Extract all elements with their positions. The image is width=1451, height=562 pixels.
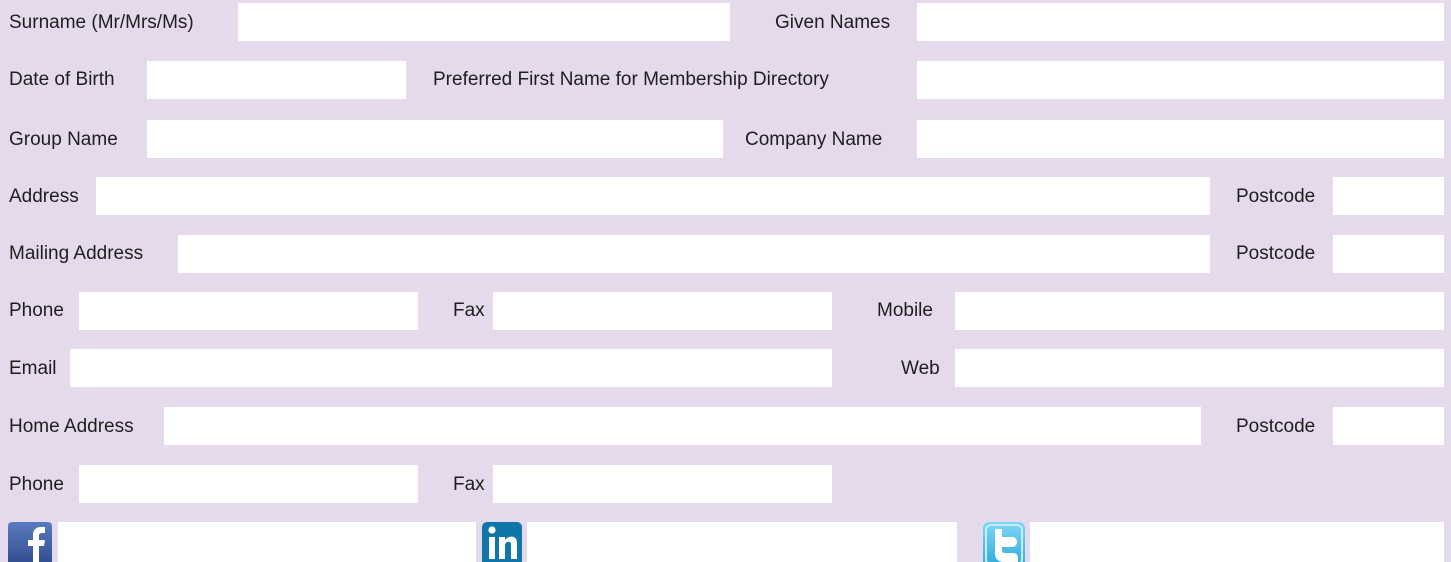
mobile-field[interactable]: [955, 292, 1444, 330]
group-name-field[interactable]: [147, 120, 723, 158]
home-address-field[interactable]: [164, 407, 1201, 445]
date-of-birth-label: Date of Birth: [9, 69, 115, 90]
date-of-birth-field[interactable]: [147, 61, 406, 99]
fax-field[interactable]: [493, 292, 832, 330]
mailing-address-field[interactable]: [178, 235, 1210, 273]
twitter-icon: [983, 522, 1025, 562]
home-postcode-label: Postcode: [1236, 416, 1316, 437]
mailing-postcode-label: Postcode: [1236, 243, 1316, 264]
linkedin-icon: [482, 522, 522, 562]
mailing-address-label: Mailing Address: [9, 243, 144, 264]
address-field[interactable]: [96, 177, 1210, 215]
home-fax-label: Fax: [453, 474, 485, 495]
facebook-field[interactable]: [58, 522, 476, 562]
mailing-postcode-field[interactable]: [1333, 235, 1444, 273]
address-postcode-field[interactable]: [1333, 177, 1444, 215]
given-names-field[interactable]: [917, 3, 1444, 41]
home-phone-label: Phone: [9, 474, 64, 495]
phone-field[interactable]: [79, 292, 418, 330]
preferred-first-name-label: Preferred First Name for Membership Dire…: [433, 69, 829, 90]
home-address-label: Home Address: [9, 416, 134, 437]
surname-label: Surname (Mr/Mrs/Ms): [9, 12, 194, 33]
email-field[interactable]: [70, 349, 832, 387]
group-name-label: Group Name: [9, 129, 118, 150]
address-postcode-label: Postcode: [1236, 186, 1316, 207]
fax-label: Fax: [453, 300, 485, 321]
mobile-label: Mobile: [877, 300, 933, 321]
surname-field[interactable]: [238, 3, 730, 41]
address-label: Address: [9, 186, 79, 207]
home-phone-field[interactable]: [79, 465, 418, 503]
phone-label: Phone: [9, 300, 64, 321]
company-name-label: Company Name: [745, 129, 883, 150]
home-postcode-field[interactable]: [1333, 407, 1444, 445]
twitter-field[interactable]: [1030, 522, 1444, 562]
web-field[interactable]: [955, 349, 1444, 387]
linkedin-field[interactable]: [527, 522, 957, 562]
email-label: Email: [9, 358, 57, 379]
preferred-first-name-field[interactable]: [917, 61, 1444, 99]
facebook-icon: [8, 522, 52, 562]
company-name-field[interactable]: [917, 120, 1444, 158]
given-names-label: Given Names: [775, 12, 891, 33]
home-fax-field[interactable]: [493, 465, 832, 503]
web-label: Web: [901, 358, 940, 379]
